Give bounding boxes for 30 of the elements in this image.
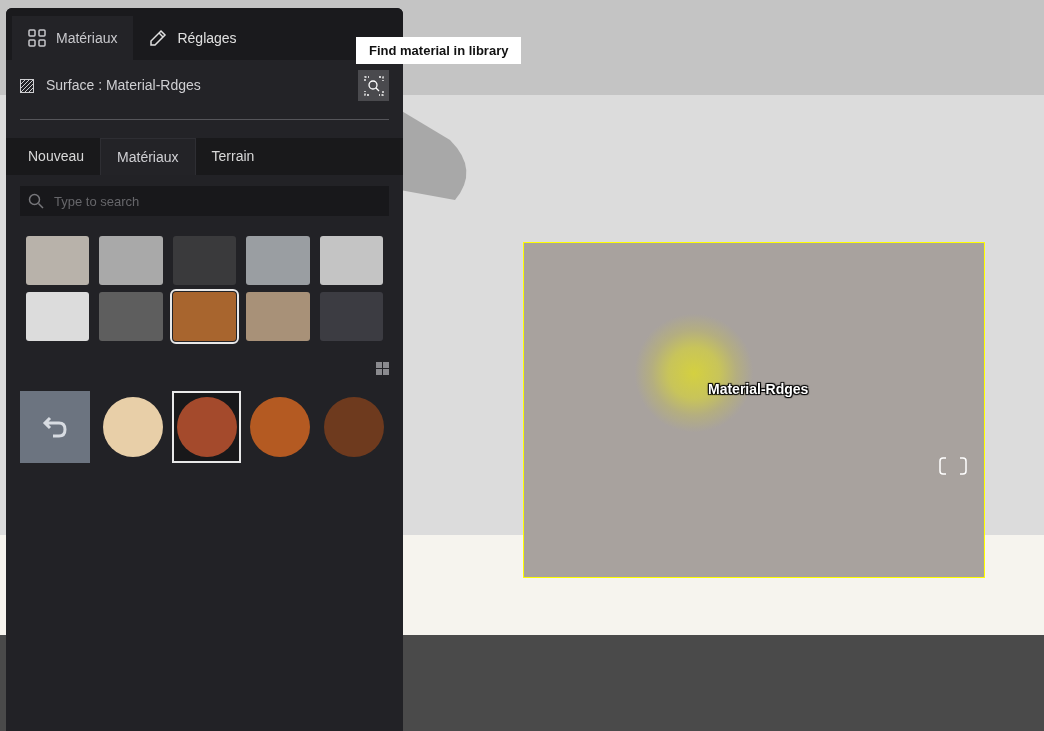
- search-field[interactable]: Type to search: [20, 186, 389, 216]
- material-swatch[interactable]: [246, 292, 310, 341]
- undo-arrow-icon: [41, 416, 68, 438]
- panel-tab[interactable]: Réglages: [133, 16, 253, 60]
- sub-tab[interactable]: Nouveau: [12, 138, 101, 175]
- focus-bracket-icon[interactable]: [938, 456, 968, 476]
- material-swatch[interactable]: [99, 292, 163, 341]
- material-swatch[interactable]: [99, 236, 163, 285]
- panel-tab[interactable]: Matériaux: [12, 16, 134, 60]
- search-icon: [28, 193, 44, 209]
- find-in-library-button[interactable]: [358, 70, 389, 101]
- surface-name: Surface : Material-Rdges: [46, 76, 201, 95]
- back-button[interactable]: [20, 391, 90, 463]
- material-swatch[interactable]: [26, 236, 90, 285]
- material-swatch[interactable]: [319, 236, 383, 285]
- grid-icon: [28, 29, 46, 47]
- pencil-icon: [149, 29, 168, 47]
- material-swatch[interactable]: [172, 292, 237, 341]
- sub-tab[interactable]: Terrain: [195, 138, 271, 175]
- search-icon: [363, 75, 384, 96]
- material-swatch[interactable]: [172, 236, 237, 285]
- hatched-square-icon: [20, 78, 34, 93]
- material-swatch[interactable]: [246, 236, 310, 285]
- material-swatch[interactable]: [26, 292, 90, 341]
- grid-view-icon[interactable]: [376, 362, 389, 375]
- sub-tab[interactable]: Matériaux: [100, 138, 196, 175]
- material-highlight[interactable]: [523, 242, 985, 578]
- material-sphere-option[interactable]: [171, 391, 242, 463]
- tooltip: Find material in library: [356, 37, 522, 64]
- material-swatch[interactable]: [319, 292, 383, 341]
